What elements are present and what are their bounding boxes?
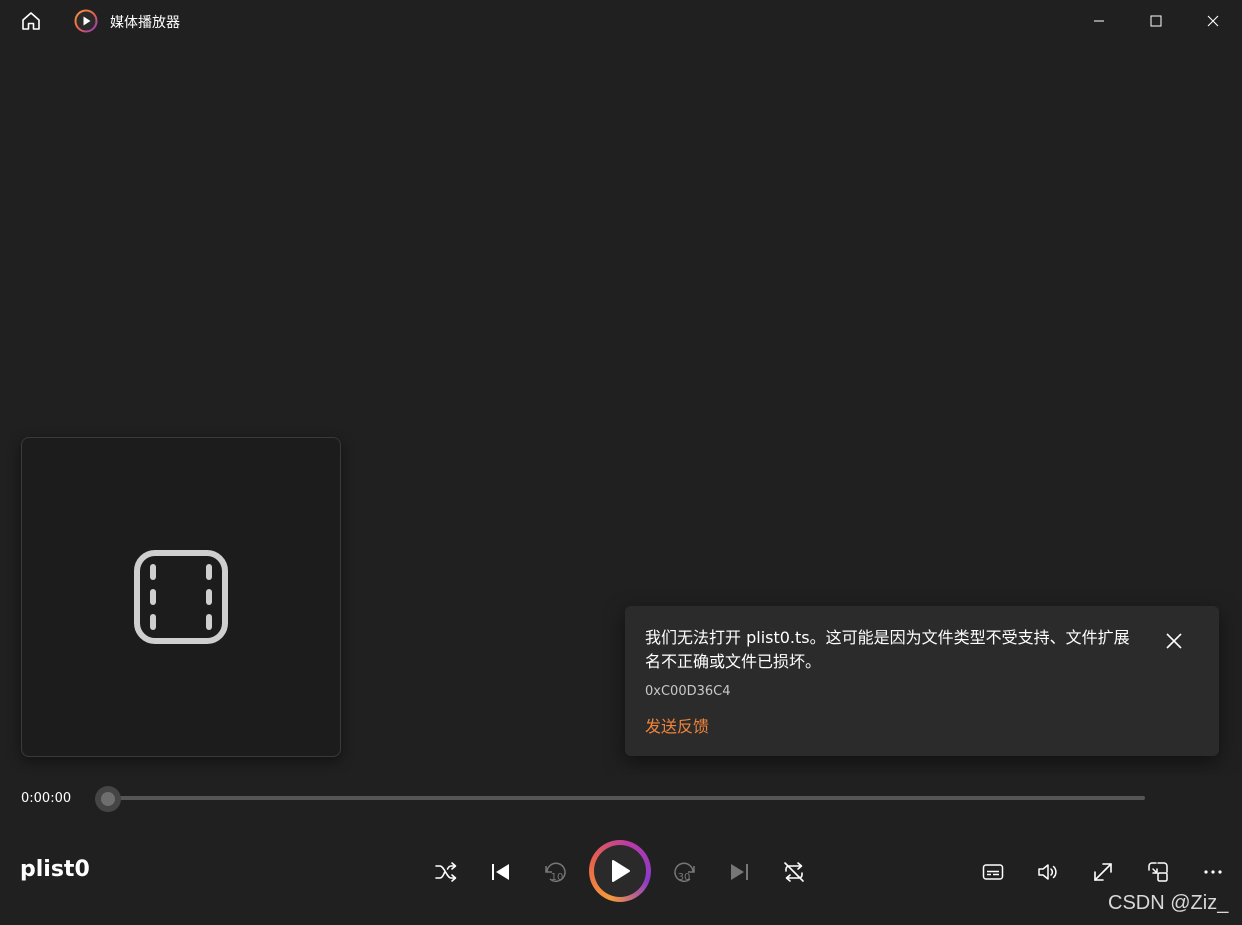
close-icon [1207, 15, 1218, 27]
rewind-10-icon: 10 [545, 862, 566, 883]
close-icon [1166, 633, 1182, 649]
repeat-button[interactable] [776, 854, 812, 890]
forward-30-icon: 30 [674, 862, 695, 883]
volume-button[interactable] [1030, 854, 1066, 890]
fullscreen-button[interactable] [1085, 854, 1121, 890]
play-icon [612, 860, 630, 882]
repeat-icon [784, 862, 804, 882]
seek-thumb[interactable] [95, 786, 121, 812]
play-button[interactable] [589, 840, 651, 902]
seek-bar[interactable] [108, 796, 1145, 800]
media-thumbnail [21, 437, 341, 757]
home-icon [22, 12, 40, 30]
volume-icon [1038, 864, 1057, 880]
watermark: CSDN @Ziz_ [1108, 892, 1229, 914]
window-title: 媒体播放器 [110, 15, 180, 31]
error-code: 0xC00D36C4 [645, 684, 731, 699]
playback-controls: 0:00:00 plist0 10 30 CSDN @Ziz_ [0, 775, 1242, 925]
next-icon [731, 864, 748, 880]
more-icon [1204, 870, 1222, 874]
error-message: 我们无法打开 plist0.ts。这可能是因为文件类型不受支持、文件扩展名不正确… [645, 628, 1130, 671]
close-window-button[interactable] [1184, 0, 1241, 42]
maximize-icon [1150, 15, 1161, 27]
minimize-button[interactable] [1070, 0, 1127, 42]
miniplayer-icon [1148, 862, 1168, 882]
fullscreen-icon [1094, 863, 1112, 881]
notification-close-button[interactable] [1161, 628, 1187, 654]
current-time: 0:00:00 [21, 791, 72, 806]
rewind-seconds-label: 10 [551, 872, 564, 883]
shuffle-icon [435, 862, 457, 882]
subtitles-icon [982, 864, 1004, 880]
rewind-button[interactable]: 10 [538, 854, 574, 890]
send-feedback-link[interactable]: 发送反馈 [645, 713, 709, 737]
previous-icon [492, 864, 509, 880]
subtitles-button[interactable] [975, 854, 1011, 890]
miniplayer-button[interactable] [1140, 854, 1176, 890]
film-icon [134, 550, 228, 644]
error-notification: 我们无法打开 plist0.ts。这可能是因为文件类型不受支持、文件扩展名不正确… [625, 606, 1219, 756]
title-bar: 媒体播放器 [0, 0, 1242, 42]
shuffle-button[interactable] [428, 854, 464, 890]
previous-button[interactable] [483, 854, 519, 890]
more-options-button[interactable] [1195, 854, 1231, 890]
minimize-icon [1093, 20, 1104, 22]
forward-seconds-label: 30 [678, 872, 691, 883]
next-button[interactable] [721, 854, 757, 890]
home-button[interactable] [18, 9, 44, 33]
maximize-button[interactable] [1127, 0, 1184, 42]
media-player-logo-icon [74, 9, 98, 33]
media-title: plist0 [20, 857, 90, 882]
forward-button[interactable]: 30 [666, 854, 702, 890]
